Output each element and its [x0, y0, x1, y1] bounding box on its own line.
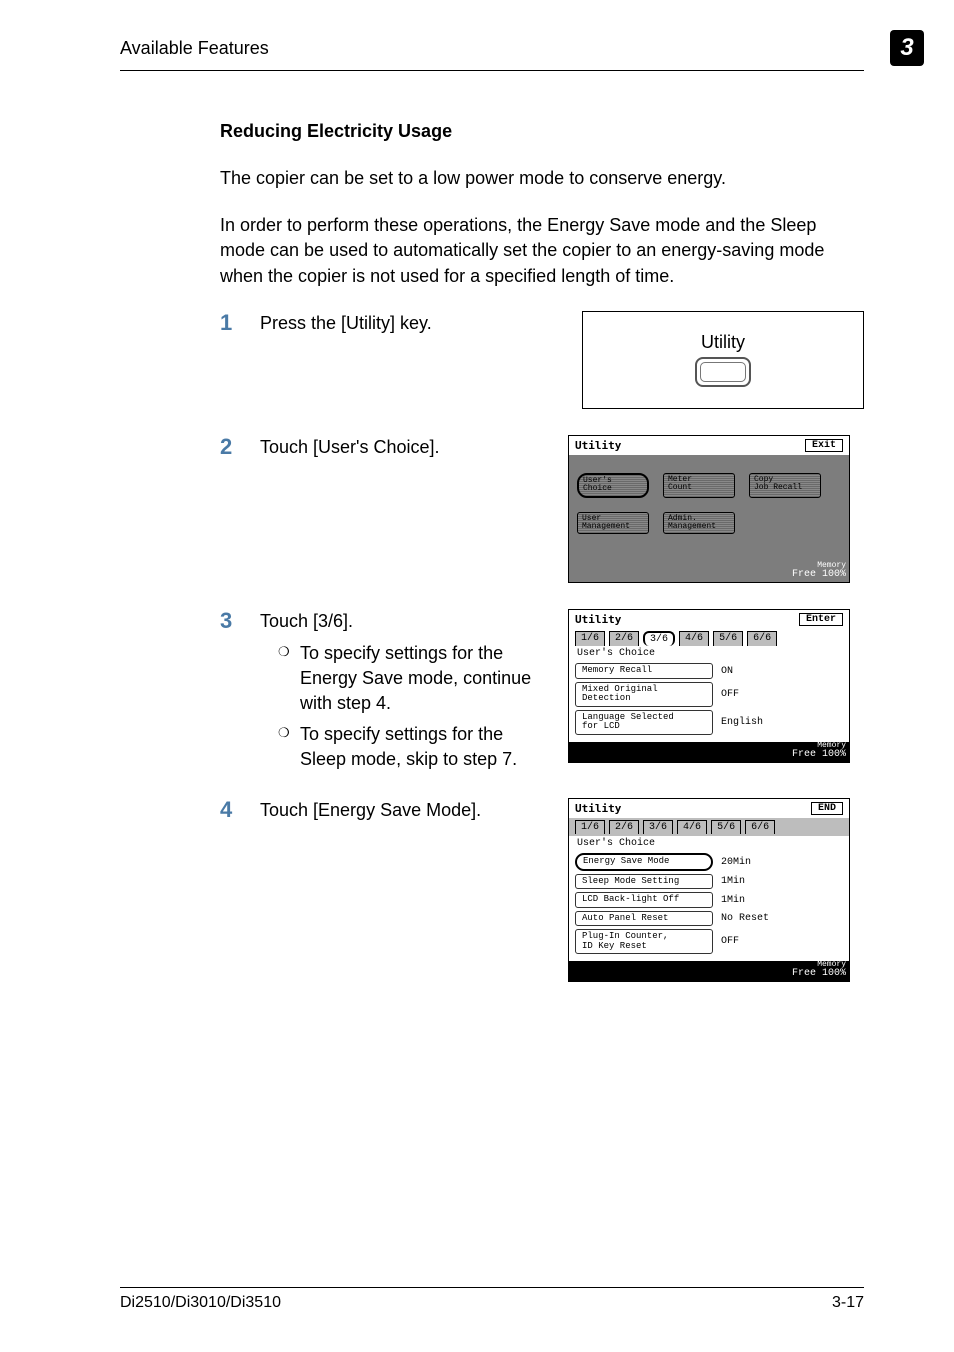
utility-key-figure: Utility	[582, 311, 864, 409]
step-1-text: Press the [Utility] key.	[260, 311, 550, 336]
lcd-title: Utility	[575, 439, 621, 452]
intro-paragraph-2: In order to perform these operations, th…	[220, 213, 840, 289]
step-number: 1	[220, 311, 242, 409]
step-3-sub-2: To specify settings for the Sleep mode, …	[278, 722, 550, 772]
users-choice-button[interactable]: User's Choice	[577, 473, 649, 498]
tab-6-6[interactable]: 6/6	[747, 631, 777, 646]
step-2-text: Touch [User's Choice].	[260, 435, 550, 460]
tab-1-6[interactable]: 1/6	[575, 820, 605, 834]
header-section: Available Features	[120, 38, 269, 59]
chapter-badge: 3	[890, 30, 924, 66]
memory-recall-option[interactable]: Memory Recall	[575, 663, 713, 678]
energy-save-mode-option[interactable]: Energy Save Mode	[575, 853, 713, 870]
tab-3-6[interactable]: 3/6	[643, 820, 673, 834]
lcd-subtitle: User's Choice	[569, 836, 849, 851]
tab-4-6[interactable]: 4/6	[679, 631, 709, 646]
lcd-screen-step4: Utility END 1/6 2/6 3/6 4/6 5/6 6/6 User…	[568, 798, 850, 982]
footer-model: Di2510/Di3010/Di3510	[120, 1294, 281, 1312]
section-heading: Reducing Electricity Usage	[220, 121, 864, 142]
auto-panel-reset-value: No Reset	[721, 913, 769, 924]
tab-1-6[interactable]: 1/6	[575, 631, 605, 646]
step-number: 3	[220, 609, 242, 772]
tab-5-6[interactable]: 5/6	[711, 820, 741, 834]
mixed-original-option[interactable]: Mixed Original Detection	[575, 682, 713, 707]
utility-key-label: Utility	[701, 332, 745, 353]
sleep-mode-value: 1Min	[721, 876, 745, 887]
sleep-mode-option[interactable]: Sleep Mode Setting	[575, 874, 713, 889]
lcd-subtitle: User's Choice	[569, 646, 849, 661]
lcd-screen-step3: Utility Enter 1/6 2/6 3/6 4/6 5/6 6/6 Us…	[568, 609, 850, 762]
step-number: 4	[220, 798, 242, 982]
lcd-title: Utility	[575, 802, 621, 815]
tab-6-6[interactable]: 6/6	[745, 820, 775, 834]
tab-4-6[interactable]: 4/6	[677, 820, 707, 834]
tab-2-6[interactable]: 2/6	[609, 631, 639, 646]
admin-management-button[interactable]: Admin. Management	[663, 512, 735, 535]
user-management-button[interactable]: User Management	[577, 512, 649, 535]
memory-free-indicator: Memory Free 100%	[792, 562, 846, 580]
lcd-backlight-value: 1Min	[721, 895, 745, 906]
language-value: English	[721, 717, 763, 728]
tab-5-6[interactable]: 5/6	[713, 631, 743, 646]
meter-count-button[interactable]: Meter Count	[663, 473, 735, 498]
plugin-counter-value: OFF	[721, 936, 739, 947]
exit-button[interactable]: Exit	[805, 439, 843, 452]
mixed-original-value: OFF	[721, 689, 739, 700]
step-3-sub-1: To specify settings for the Energy Save …	[278, 641, 550, 717]
end-button[interactable]: END	[811, 802, 843, 815]
step-3-text: Touch [3/6].	[260, 609, 550, 634]
step-4-text: Touch [Energy Save Mode].	[260, 798, 550, 823]
utility-key-icon	[695, 357, 751, 387]
enter-button[interactable]: Enter	[799, 613, 843, 626]
auto-panel-reset-option[interactable]: Auto Panel Reset	[575, 911, 713, 926]
tab-2-6[interactable]: 2/6	[609, 820, 639, 834]
language-option[interactable]: Language Selected for LCD	[575, 710, 713, 735]
memory-free-indicator: Memory Free 100%	[792, 961, 846, 979]
memory-recall-value: ON	[721, 666, 733, 677]
lcd-title: Utility	[575, 613, 621, 626]
footer-page: 3-17	[832, 1294, 864, 1312]
plugin-counter-option[interactable]: Plug-In Counter, ID Key Reset	[575, 929, 713, 954]
copy-job-recall-button[interactable]: Copy Job Recall	[749, 473, 821, 498]
tab-3-6[interactable]: 3/6	[643, 631, 675, 646]
lcd-screen-step2: Utility Exit User's Choice Meter Count C…	[568, 435, 850, 584]
lcd-backlight-option[interactable]: LCD Back-light Off	[575, 892, 713, 907]
step-number: 2	[220, 435, 242, 584]
intro-paragraph-1: The copier can be set to a low power mod…	[220, 166, 840, 191]
memory-free-indicator: Memory Free 100%	[792, 742, 846, 760]
energy-save-mode-value: 20Min	[721, 857, 751, 868]
